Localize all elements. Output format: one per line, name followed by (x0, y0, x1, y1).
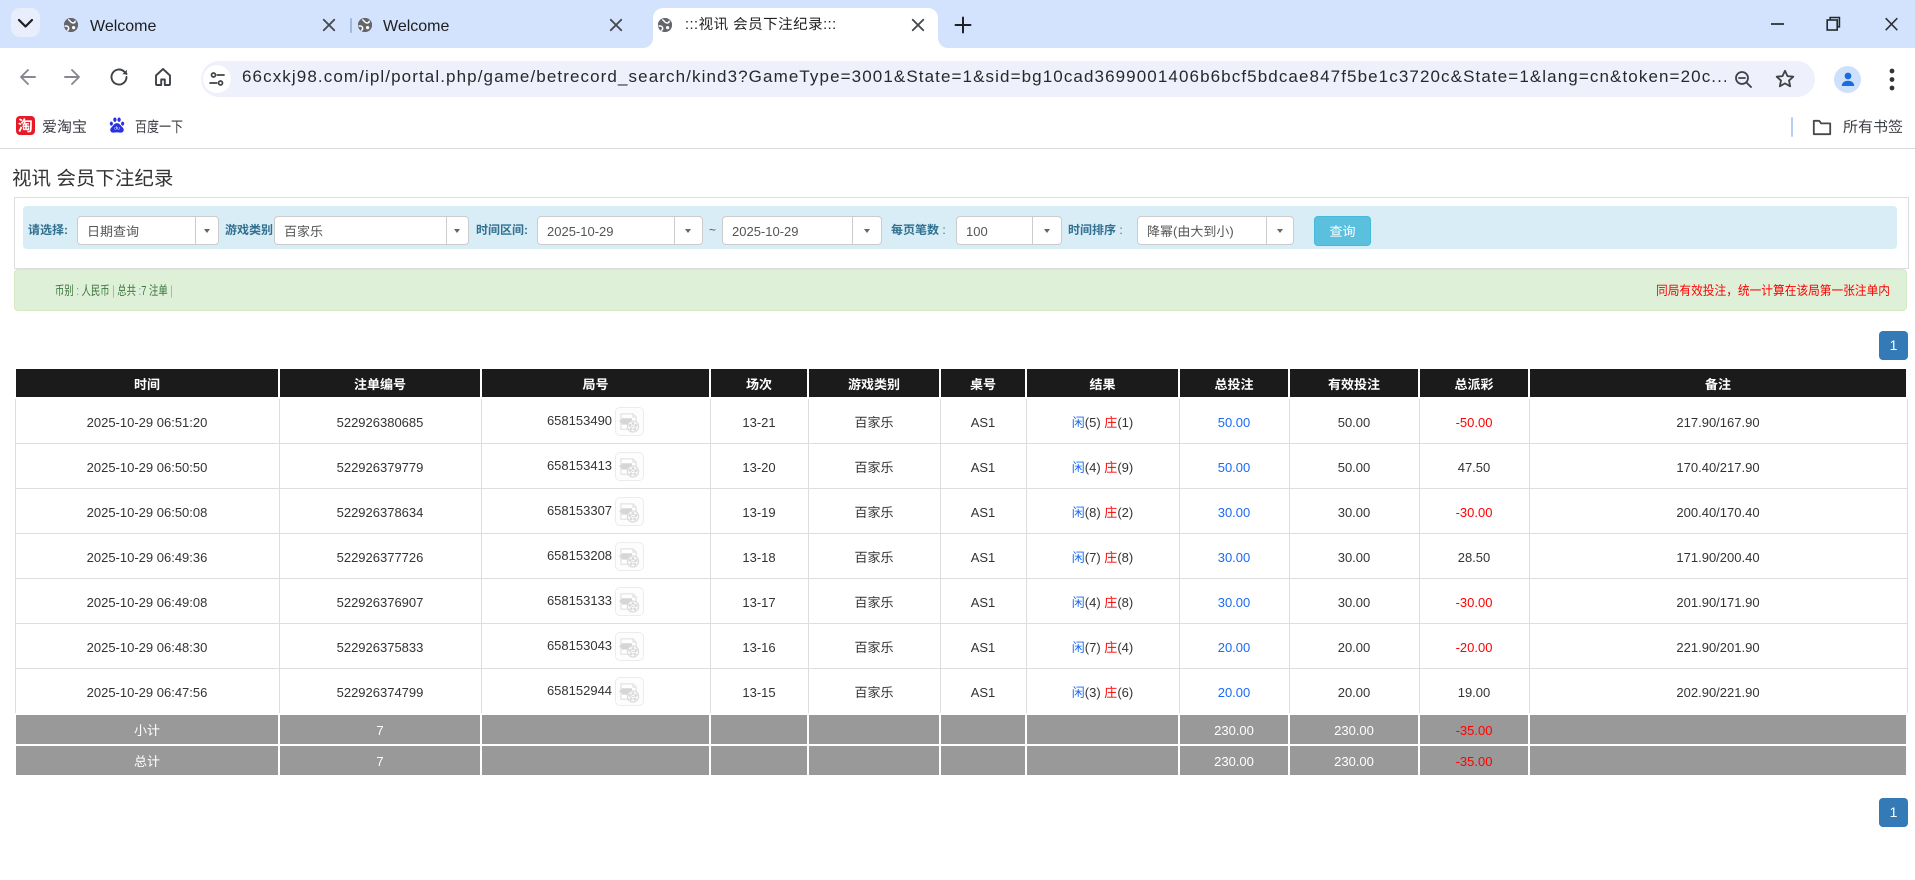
svg-text:du: du (114, 126, 120, 132)
